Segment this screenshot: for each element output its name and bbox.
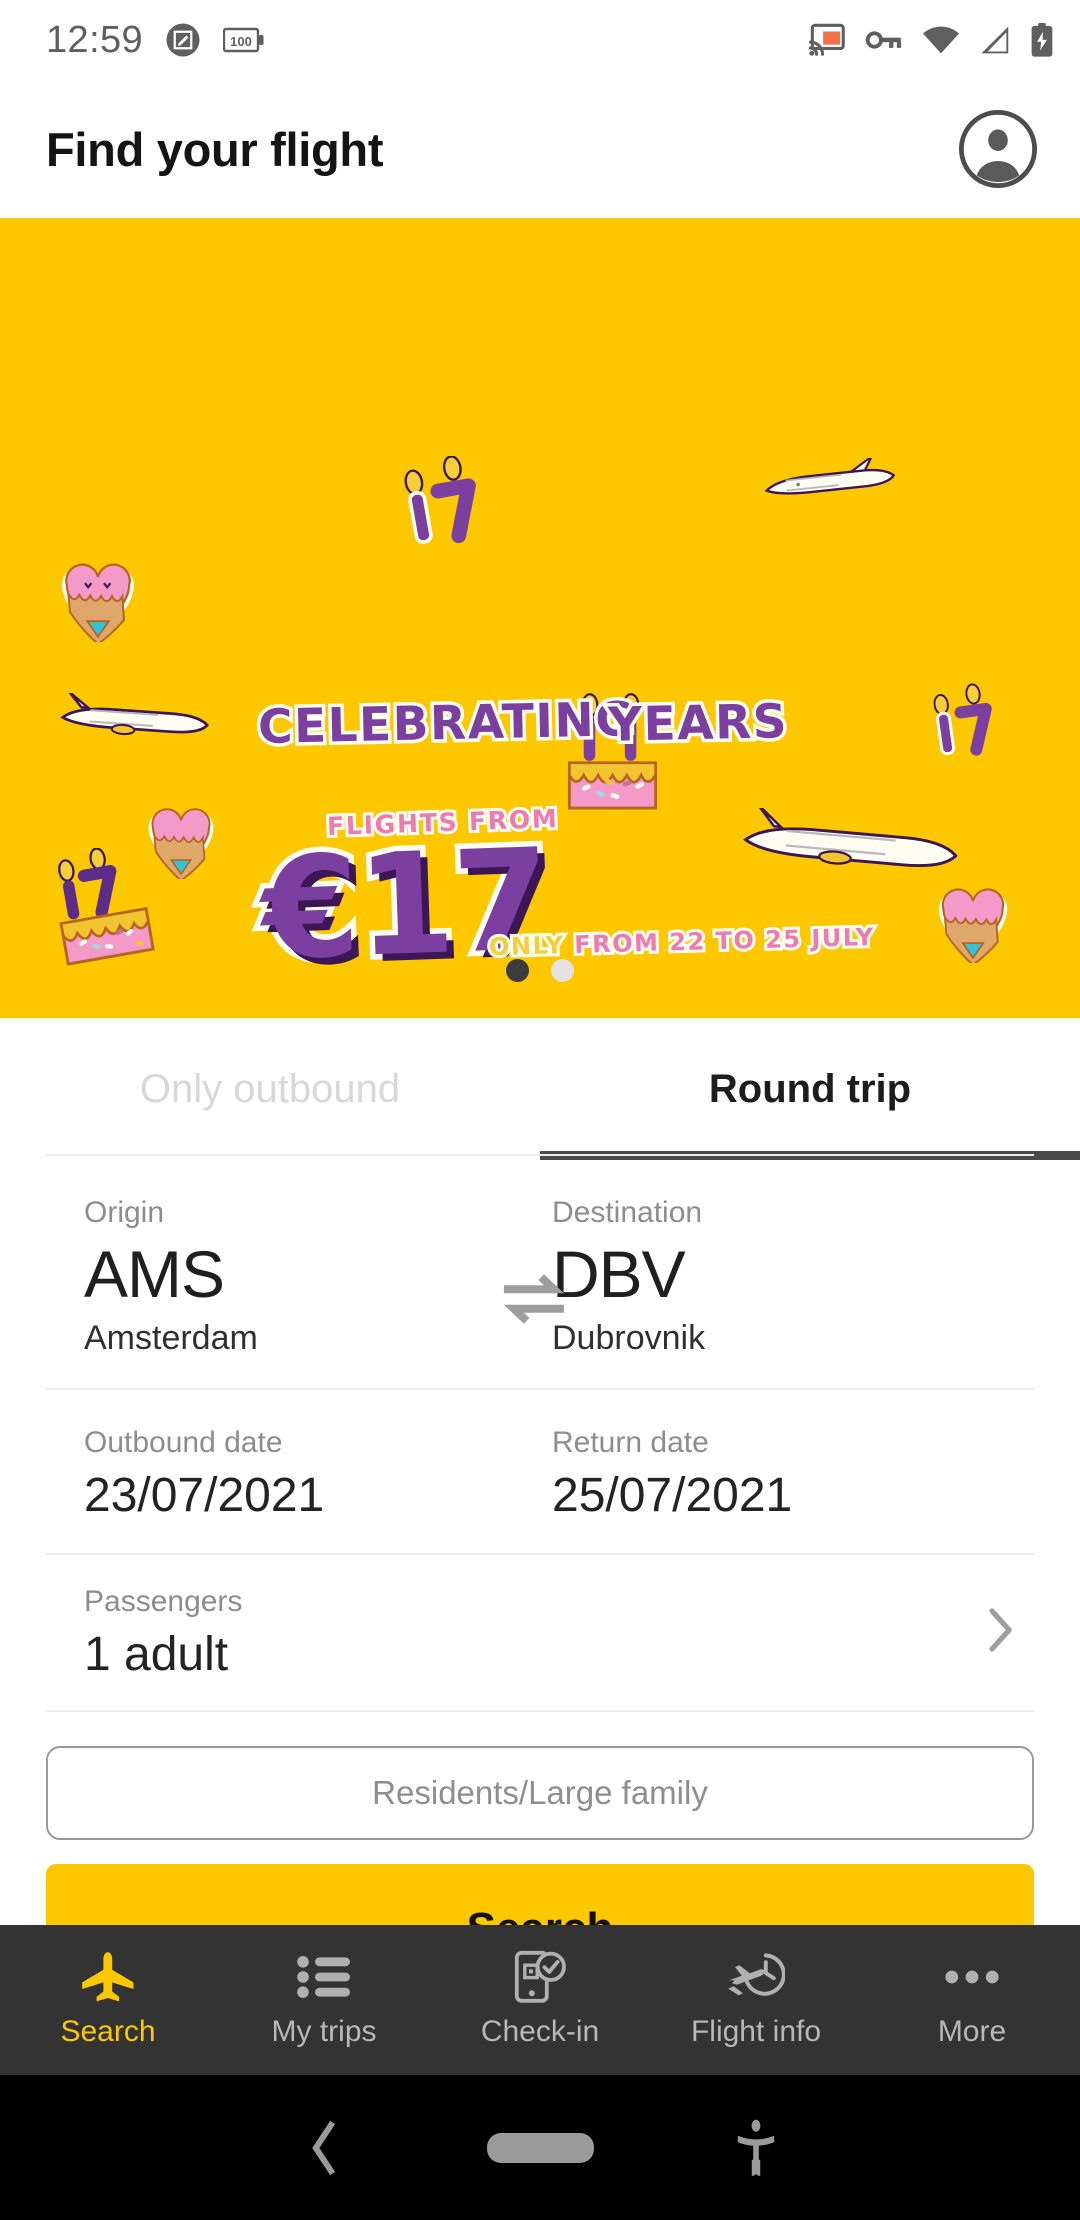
status-bar-clock: 12:59 [46, 18, 144, 61]
tabs-divider [46, 1154, 1034, 1156]
page-title: Find your flight [46, 122, 384, 176]
outbound-date-value: 23/07/2021 [84, 1469, 325, 1523]
passengers-value: 1 adult [84, 1628, 229, 1682]
bottom-nav-label-my-trips: My trips [271, 2015, 377, 2048]
destination-label: Destination [552, 1196, 703, 1229]
more-horizontal-icon [945, 1951, 999, 2003]
cellular-signal-icon [979, 25, 1011, 55]
battery-100-icon: 100 [223, 25, 265, 55]
status-bar-right [808, 23, 1054, 57]
airplane-icon [80, 1951, 136, 2003]
carousel-dot-active[interactable] [506, 959, 529, 982]
candles-17-sticker [925, 683, 1015, 776]
bottom-nav-label-check-in: Check-in [480, 2015, 600, 2048]
tab-round-trip-label: Round trip [708, 1066, 912, 1111]
origin-city: Amsterdam [84, 1319, 258, 1358]
app-screen: 12:59 100 Find your flight CELEBRATING Y… [0, 0, 1080, 2220]
svg-text:100: 100 [230, 34, 252, 49]
route-row: Origin AMS Amsterdam Destination DBV Dub… [0, 1160, 1080, 1388]
promotional-banner-carousel[interactable]: CELEBRATING YEARS FLIGHTS FROM €17 ONLY … [0, 218, 1080, 1018]
app-header: Find your flight [0, 80, 1080, 218]
account-circle-icon[interactable] [958, 109, 1038, 189]
accessibility-icon[interactable] [648, 2119, 864, 2177]
promo-copy: CELEBRATING YEARS FLIGHTS FROM €17 ONLY … [0, 218, 1080, 1018]
passengers-label: Passengers [84, 1585, 243, 1619]
carousel-indicator[interactable] [0, 959, 1080, 982]
return-date-label: Return date [552, 1426, 709, 1460]
mobile-check-icon [514, 1950, 566, 2003]
cast-icon [808, 23, 846, 57]
bottom-nav-label-search: Search [60, 2015, 156, 2048]
back-chevron-icon[interactable] [216, 2120, 432, 2175]
tab-only-outbound-label: Only outbound [139, 1066, 401, 1111]
bottom-nav-item-flight-info[interactable]: Flight info [648, 1951, 864, 2049]
destination-code: DBV [552, 1237, 686, 1311]
wifi-icon [922, 25, 960, 55]
system-navigation-bar[interactable] [0, 2075, 1080, 2220]
origin-field[interactable]: Origin AMS Amsterdam [46, 1160, 540, 1388]
tab-round-trip[interactable]: Round trip [540, 1018, 1080, 1160]
passengers-field[interactable]: Passengers 1 adult [0, 1555, 1080, 1710]
ice-cream-heart-sticker [935, 883, 1011, 968]
destination-field[interactable]: Destination DBV Dubrovnik [540, 1160, 1034, 1388]
promo-flights-from-label: FLIGHTS FROM [324, 801, 562, 844]
promo-validity-only: ONLY [486, 928, 568, 964]
outbound-date-field[interactable]: Outbound date 23/07/2021 [46, 1390, 540, 1553]
plane-clock-icon [727, 1951, 785, 2003]
trip-type-tabs[interactable]: Only outbound Round trip [0, 1018, 1080, 1160]
residents-large-family-input[interactable]: Residents/Large family [46, 1745, 1034, 1840]
bottom-nav-item-my-trips[interactable]: My trips [216, 1951, 432, 2049]
bottom-nav-item-more[interactable]: More [864, 1951, 1080, 2049]
flight-search-form: Origin AMS Amsterdam Destination DBV Dub… [0, 1160, 1080, 1994]
bottom-nav-item-search[interactable]: Search [0, 1951, 216, 2049]
return-date-field[interactable]: Return date 25/07/2021 [540, 1390, 1034, 1553]
birthday-cake-sticker [45, 847, 160, 973]
candles-17-sticker [395, 455, 505, 566]
ice-cream-heart-sticker [58, 558, 138, 647]
outbound-date-label: Outbound date [84, 1426, 283, 1460]
passengers-divider [46, 1709, 1034, 1712]
destination-city: Dubrovnik [552, 1319, 706, 1358]
residents-placeholder: Residents/Large family [372, 1773, 708, 1811]
list-icon [297, 1951, 351, 2003]
chevron-right-icon[interactable] [988, 1607, 1014, 1658]
status-bar-left: 12:59 100 [46, 19, 265, 62]
origin-code: AMS [84, 1237, 225, 1311]
status-bar: 12:59 100 [0, 0, 1080, 80]
carousel-dot-inactive[interactable] [551, 959, 574, 982]
screenshot-edit-icon [165, 22, 201, 58]
promo-validity-dates: FROM 22 TO 25 JULY [571, 920, 878, 962]
bottom-navigation-bar[interactable]: Search My trips Check-in Flight info Mor… [0, 1925, 1080, 2075]
vpn-key-icon [865, 27, 903, 53]
dates-row: Outbound date 23/07/2021 Return date 25/… [0, 1390, 1080, 1553]
return-date-value: 25/07/2021 [552, 1469, 793, 1523]
swap-horizontal-icon[interactable] [496, 1272, 572, 1331]
airplane-sticker [55, 690, 215, 750]
birthday-cake-sticker [555, 688, 670, 818]
origin-label: Origin [84, 1196, 165, 1229]
bottom-nav-label-flight-info: Flight info [690, 2015, 822, 2048]
promo-validity: ONLY FROM 22 TO 25 JULY [486, 920, 878, 964]
bottom-nav-item-check-in[interactable]: Check-in [432, 1950, 648, 2049]
tab-only-outbound[interactable]: Only outbound [0, 1018, 540, 1160]
battery-charging-icon [1030, 23, 1054, 57]
airplane-sticker [735, 803, 965, 881]
home-pill-icon[interactable] [432, 2132, 648, 2163]
airplane-sticker [760, 455, 900, 509]
bottom-nav-label-more: More [937, 2015, 1007, 2048]
